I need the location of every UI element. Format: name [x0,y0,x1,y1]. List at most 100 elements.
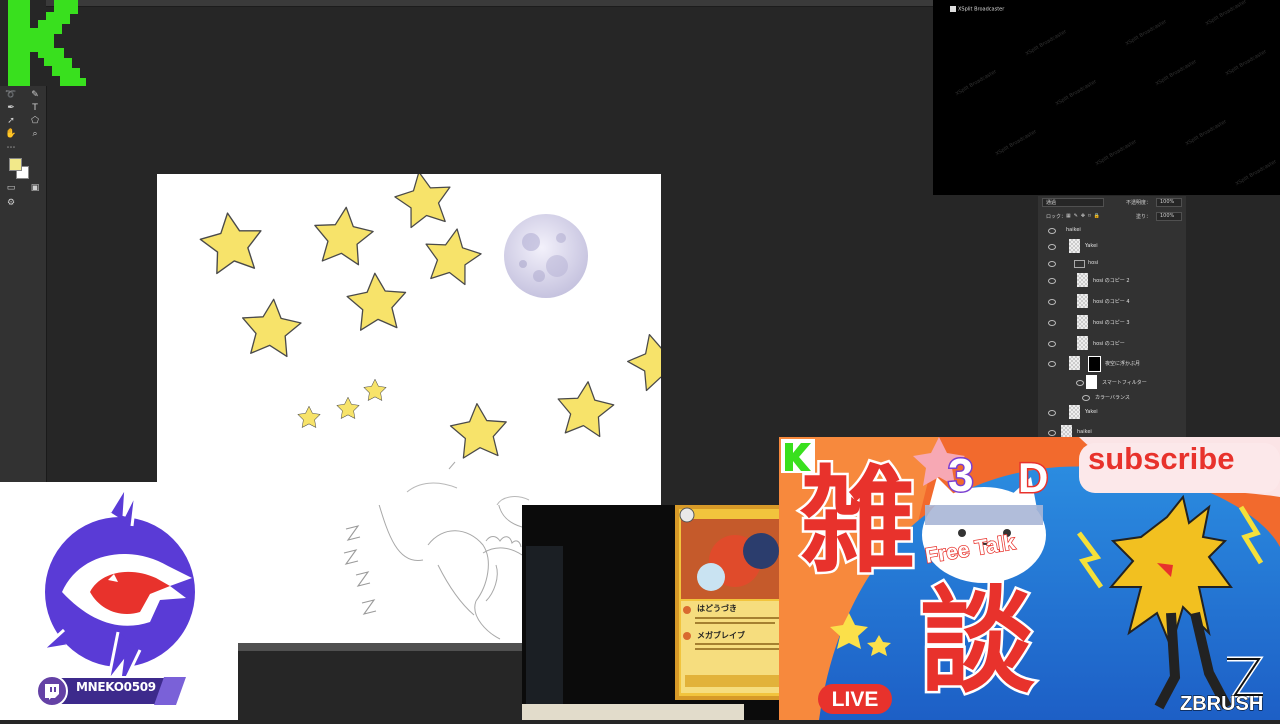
layer-name: hosi [1088,260,1099,266]
shape-icon[interactable]: ⬠ [29,116,41,127]
brush-icon[interactable]: ✎ [29,90,41,101]
eye-icon[interactable] [1048,410,1056,416]
moon-icon [504,214,588,298]
lock-label: ロック： [1046,214,1067,220]
layers-panel: 通過 不透明度： 100% ロック： ▦✎✥⌑🔒 塗り： 100% haikei… [1038,196,1186,439]
layer-name: hosi のコピー 3 [1093,320,1130,326]
watermark-text: XSplit Broadcaster [1124,18,1168,48]
layer-name: 夜空に浮かぶ月 [1105,361,1141,367]
lock-icons[interactable]: ▦✎✥⌑🔒 [1066,213,1103,219]
watermark-text: XSplit Broadcaster [954,68,998,98]
watermark-text: XSplit Broadcaster [994,128,1038,158]
zzz-sketch [343,525,377,615]
eye-icon[interactable] [1048,278,1056,284]
layer-mask-thumbnail [1088,356,1101,372]
layer-row[interactable]: 夜空に浮かぶ月 [1038,354,1178,374]
star-icon [419,223,486,287]
foreground-color-swatch[interactable] [9,158,22,171]
eye-icon[interactable] [1076,380,1084,386]
star-icon [621,326,661,394]
live-badge: LIVE [818,684,892,714]
star-icon [390,174,457,230]
hand-icon[interactable]: ✋ [5,129,17,140]
layer-row[interactable]: Yakei [1038,403,1178,423]
quick-mask-icon[interactable]: ▭ [5,183,17,194]
character-sketch [378,505,522,640]
kanji-zatsu: 雑 [797,455,917,589]
star-icon [345,270,409,332]
eye-icon[interactable] [1048,320,1056,326]
canvas[interactable] [157,174,661,505]
tool-row: ➚ ⬠ [5,116,41,128]
type-icon[interactable]: T [29,103,41,114]
layer-row[interactable]: hosi のコピー 2 [1038,271,1178,291]
layer-name: hosi のコピー 4 [1093,299,1130,305]
layer-name: hosi のコピー [1093,341,1125,347]
star-icon [297,405,321,428]
screen-mode-icon[interactable]: ▣ [29,183,41,194]
kanji-dan: 談 [917,575,1037,709]
three-label: 3 [947,448,976,503]
layer-thumbnail [1077,336,1088,350]
card-attack1-name: はどうづき [697,604,737,613]
eye-icon[interactable] [1048,244,1056,250]
subscribe-label: subscribe [1088,441,1235,476]
table-edge [522,704,744,720]
eye-icon[interactable] [1048,430,1056,436]
watermark-text: XSplit Broadcaster [1184,118,1228,148]
xsplit-title-text: XSplit Broadcaster [958,6,1005,13]
lasso-icon[interactable]: ➰ [5,90,17,101]
move-icon[interactable]: ➚ [5,116,17,127]
star-icon [310,203,376,267]
watermark-text: XSplit Broadcaster [1094,138,1138,168]
watermark-text: XSplit Broadcaster [1224,48,1268,78]
opacity-label: 不透明度： [1126,200,1152,206]
fill-label: 塗り： [1136,214,1152,220]
filter-mask-thumbnail [1086,375,1097,389]
eye-icon[interactable] [1048,261,1056,267]
opacity-value: 100% [1160,199,1175,205]
watermark-text: XSplit Broadcaster [1024,28,1068,58]
eye-icon[interactable] [1048,361,1056,367]
eye-icon[interactable] [1048,341,1056,347]
layer-thumbnail [1069,405,1080,419]
tool-row: ▭ ▣ [5,183,41,195]
xsplit-preview: XSplit Broadcaster XSplit Broadcaster XS… [933,0,1280,195]
d-label: D [1016,453,1049,503]
xsplit-title: XSplit Broadcaster [950,6,1004,13]
eye-icon[interactable] [1048,299,1056,305]
layer-name: スマートフィルター [1102,380,1147,386]
layer-name: Yakei [1085,243,1098,249]
watermark-text: XSplit Broadcaster [1234,158,1278,188]
card-sleeve [526,546,563,704]
layer-name: Yakei [1085,409,1098,415]
layer-thumbnail [1069,239,1080,253]
more-tools-icon[interactable]: ⋯ [5,143,17,154]
zbrush-label: ZBRUSH [1179,693,1264,716]
pen-icon[interactable]: ✒ [5,103,17,114]
eye-icon[interactable] [1048,228,1056,234]
tool-row: ✒ T [5,103,41,115]
fill-value: 100% [1160,213,1175,219]
star-icon [448,401,510,460]
blend-mode-value: 通過 [1046,200,1057,206]
tool-row: ➰ ✎ [5,90,41,102]
layer-row[interactable]: hosi のコピー 4 [1038,292,1178,312]
layer-row[interactable]: hosi のコピー [1038,334,1178,354]
photoshop-toolbar: ➰ ✎ ✒ T ➚ ⬠ ✋ ⌕ ⋯ ▭ ▣ ⚙ [0,86,47,482]
star-icon [554,378,617,439]
xsplit-logo-icon [950,6,956,12]
tool-row: ✋ ⌕ [5,129,41,141]
tool-row: ⚙ [5,198,41,210]
layer-name: haikei [1077,429,1092,435]
canvas-lower-area[interactable] [238,505,522,643]
tool-row: ⋯ [5,143,41,155]
extras-icon[interactable]: ⚙ [5,198,17,209]
layer-thumbnail [1077,315,1088,329]
star-icon [239,296,304,359]
watermark-text: XSplit Broadcaster [1204,0,1248,28]
eye-icon[interactable] [1082,395,1090,401]
layer-row[interactable]: hosi のコピー 3 [1038,313,1178,333]
zoom-icon[interactable]: ⌕ [29,129,41,140]
layer-name: カラーバランス [1095,395,1130,401]
